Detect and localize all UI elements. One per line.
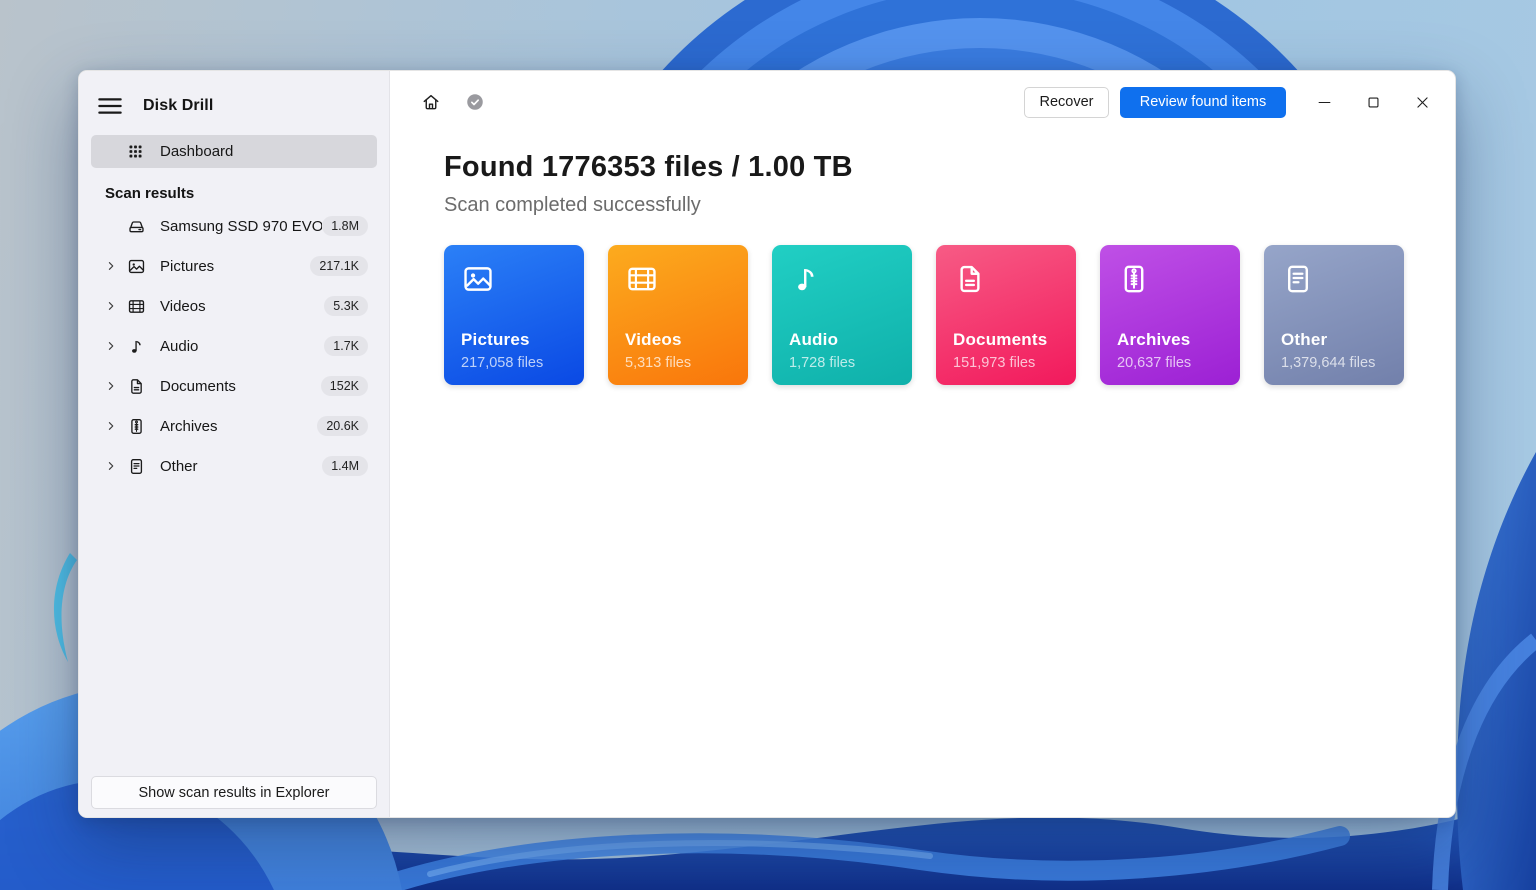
category-card-videos[interactable]: Videos 5,313 files — [608, 245, 748, 385]
category-card-pictures[interactable]: Pictures 217,058 files — [444, 245, 584, 385]
count-badge: 20.6K — [317, 416, 368, 436]
sidebar-header: Disk Drill — [91, 71, 377, 123]
scan-results-section-title: Scan results — [105, 185, 195, 202]
hard-drive-icon — [127, 217, 146, 236]
document-icon — [953, 262, 987, 296]
card-title: Documents — [953, 330, 1048, 349]
count-badge: 152K — [320, 376, 368, 396]
card-count: 1,728 files — [789, 355, 856, 371]
sidebar-item-label: Archives — [160, 417, 218, 435]
sidebar-item-archives[interactable]: Archives 20.6K — [91, 406, 377, 446]
grid-icon — [126, 142, 145, 161]
sidebar-item-dashboard[interactable]: Dashboard — [91, 135, 377, 168]
count-badge: 217.1K — [310, 256, 368, 276]
toolbar: Recover Review found items — [421, 85, 1447, 119]
sidebar: Disk Drill Dashboard Scan results Samsun… — [79, 71, 390, 817]
film-icon — [127, 297, 146, 316]
category-card-other[interactable]: Other 1,379,644 files — [1264, 245, 1404, 385]
sidebar-item-pictures[interactable]: Pictures 217.1K — [91, 246, 377, 286]
disk-drill-window: Disk Drill Dashboard Scan results Samsun… — [78, 70, 1456, 818]
page-title: Found 1776353 files / 1.00 TB — [444, 151, 853, 183]
card-title: Pictures — [461, 330, 530, 349]
sidebar-item-label: Dashboard — [160, 143, 234, 160]
zip-archive-icon — [1117, 262, 1151, 296]
card-title: Other — [1281, 330, 1328, 349]
hamburger-menu-icon[interactable] — [95, 91, 125, 121]
category-card-documents[interactable]: Documents 151,973 files — [936, 245, 1076, 385]
count-badge: 5.3K — [324, 296, 368, 316]
sidebar-item-label: Audio — [160, 337, 199, 355]
chevron-right-icon[interactable] — [104, 459, 118, 473]
show-scan-results-in-explorer-button[interactable]: Show scan results in Explorer — [91, 776, 377, 809]
scan-summary: Found 1776353 files / 1.00 TB Scan compl… — [390, 119, 1455, 385]
app-title: Disk Drill — [143, 97, 214, 114]
picture-icon — [461, 262, 495, 296]
sidebar-item-label: Videos — [160, 297, 206, 315]
card-count: 5,313 files — [625, 355, 692, 371]
category-card-audio[interactable]: Audio 1,728 files — [772, 245, 912, 385]
card-title: Archives — [1117, 330, 1191, 349]
film-icon — [625, 262, 659, 296]
zip-archive-icon — [127, 417, 146, 436]
maximize-button[interactable] — [1349, 86, 1398, 118]
chevron-right-icon[interactable] — [104, 419, 118, 433]
sidebar-item-label: Samsung SSD 970 EVO... — [160, 217, 323, 235]
desktop-background: Disk Drill Dashboard Scan results Samsun… — [0, 0, 1536, 890]
minimize-button[interactable] — [1300, 86, 1349, 118]
count-badge: 1.7K — [324, 336, 368, 356]
sidebar-item-audio[interactable]: Audio 1.7K — [91, 326, 377, 366]
card-title: Videos — [625, 330, 682, 349]
category-card-archives[interactable]: Archives 20,637 files — [1100, 245, 1240, 385]
home-icon[interactable] — [421, 92, 441, 112]
sidebar-item-documents[interactable]: Documents 152K — [91, 366, 377, 406]
music-note-icon — [127, 337, 146, 356]
chevron-right-icon[interactable] — [104, 299, 118, 313]
chevron-right-icon[interactable] — [104, 259, 118, 273]
sidebar-item-other[interactable]: Other 1.4M — [91, 446, 377, 486]
chevron-right-icon[interactable] — [104, 339, 118, 353]
document-icon — [127, 377, 146, 396]
sidebar-item-videos[interactable]: Videos 5.3K — [91, 286, 377, 326]
file-icon — [127, 457, 146, 476]
card-title: Audio — [789, 330, 839, 349]
category-cards: Pictures 217,058 files Videos 5,313 file… — [444, 245, 1455, 385]
count-badge: 1.4M — [322, 456, 368, 476]
picture-icon — [127, 257, 146, 276]
music-note-icon — [789, 262, 823, 296]
file-icon — [1281, 262, 1315, 296]
review-found-items-button[interactable]: Review found items — [1120, 86, 1286, 118]
recover-button[interactable]: Recover — [1024, 86, 1109, 118]
card-count: 20,637 files — [1117, 355, 1192, 371]
chevron-right-icon[interactable] — [104, 379, 118, 393]
sidebar-item-label: Documents — [160, 377, 236, 395]
sidebar-item-label: Pictures — [160, 257, 215, 275]
sidebar-item-label: Other — [160, 457, 198, 475]
card-count: 1,379,644 files — [1281, 355, 1376, 371]
card-count: 217,058 files — [461, 355, 544, 371]
close-button[interactable] — [1398, 86, 1447, 118]
count-badge: 1.8M — [322, 216, 368, 236]
check-circle-icon[interactable] — [465, 92, 485, 112]
sidebar-item-samsung-ssd[interactable]: Samsung SSD 970 EVO... 1.8M — [91, 206, 377, 246]
page-subtitle: Scan completed successfully — [444, 194, 701, 216]
main-area: Recover Review found items Found 1776353… — [390, 71, 1455, 817]
card-count: 151,973 files — [953, 355, 1036, 371]
window-controls — [1300, 86, 1447, 118]
